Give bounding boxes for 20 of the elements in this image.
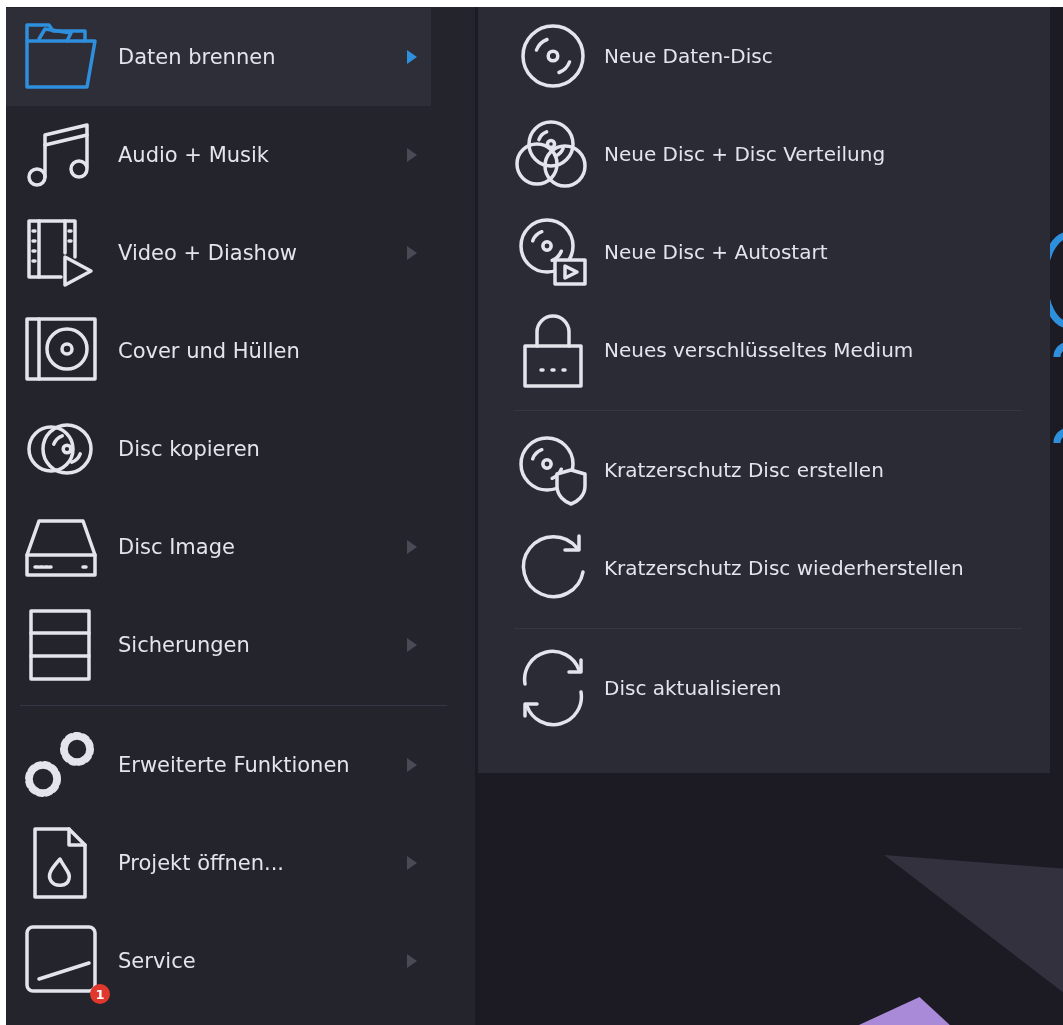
submenu-item[interactable]: Neues verschlüsseltes Medium xyxy=(478,301,1050,399)
submenu-item[interactable]: Neue Disc + Disc Verteilung xyxy=(478,105,1050,203)
submenu-item[interactable]: Neue Disc + Autostart xyxy=(478,203,1050,301)
submenu-item[interactable]: Kratzerschutz Disc erstellen xyxy=(478,421,1050,519)
menu-item[interactable]: Disc kopieren xyxy=(6,400,431,498)
menu-item[interactable]: Video + Diashow xyxy=(6,204,431,302)
menu-item[interactable]: Projekt öffnen... xyxy=(6,814,431,912)
menu-item[interactable]: Service 1 xyxy=(6,912,431,1010)
submenu-item[interactable]: Neue Daten-Disc xyxy=(478,7,1050,105)
menu-item[interactable]: Erweiterte Funktionen xyxy=(6,716,431,814)
menu-item[interactable]: Audio + Musik xyxy=(6,106,431,204)
notification-badge: 1 xyxy=(90,984,110,1004)
submenu-item[interactable]: Kratzerschutz Disc wiederherstellen xyxy=(478,519,1050,617)
menu-item[interactable]: Sicherungen xyxy=(6,596,431,694)
logo-glyph-fragment xyxy=(1053,427,1063,444)
submenu-item[interactable]: Disc aktualisieren xyxy=(478,639,1050,737)
menu-item[interactable]: Cover und Hüllen xyxy=(6,302,431,400)
menu-item[interactable]: Disc Image xyxy=(6,498,431,596)
menu-item[interactable]: Daten brennen xyxy=(6,8,431,106)
logo-glyph-fragment xyxy=(1053,341,1063,358)
